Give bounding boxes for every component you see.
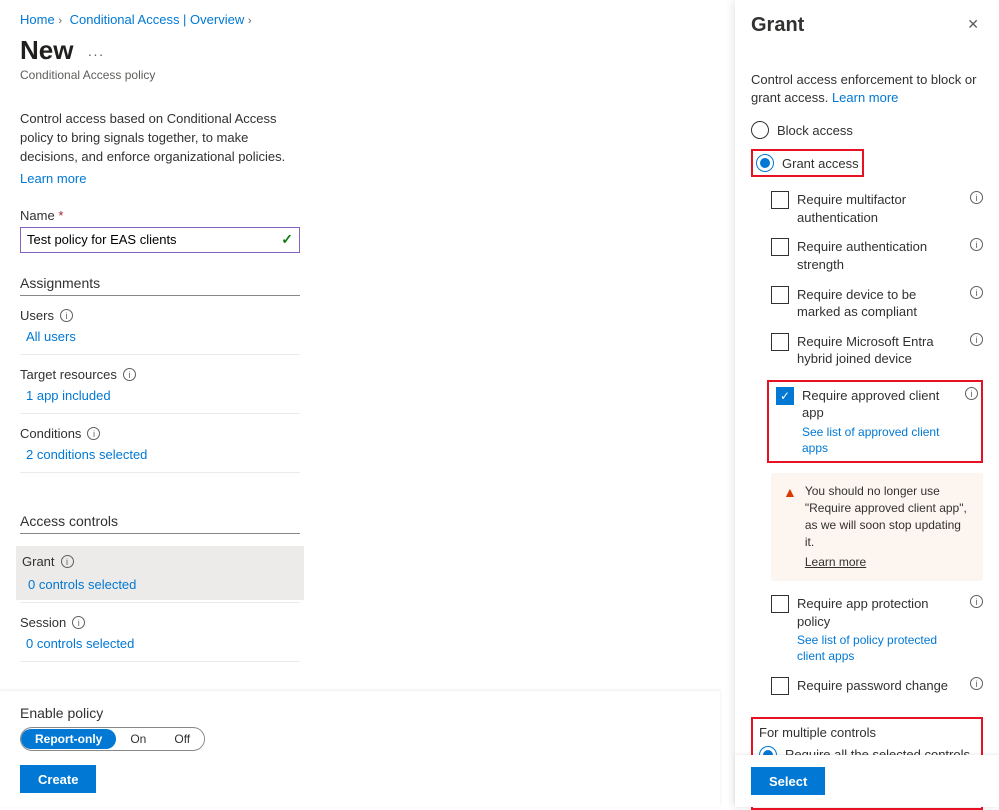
info-icon[interactable]: i <box>965 387 978 400</box>
info-icon[interactable]: i <box>970 677 983 690</box>
learn-more-link[interactable]: Learn more <box>20 171 86 186</box>
protected-client-apps-link[interactable]: See list of policy protected client apps <box>797 632 962 664</box>
more-icon[interactable]: ··· <box>87 46 104 62</box>
info-icon[interactable]: i <box>970 191 983 204</box>
conditions-label: Conditionsi <box>20 426 300 441</box>
select-button[interactable]: Select <box>751 767 825 795</box>
panel-title: Grant <box>751 14 804 37</box>
grant-panel: Grant ✕ Control access enforcement to bl… <box>735 0 999 807</box>
name-input-wrap: ✓ <box>20 227 300 253</box>
multiple-controls-header: For multiple controls <box>759 725 975 740</box>
breadcrumb: Home › Conditional Access | Overview › <box>20 12 720 27</box>
radio-icon <box>756 154 774 172</box>
radio-icon <box>751 121 769 139</box>
create-button[interactable]: Create <box>20 765 96 793</box>
panel-learn-more[interactable]: Learn more <box>832 90 898 105</box>
info-icon[interactable]: i <box>60 309 73 322</box>
info-icon[interactable]: i <box>970 238 983 251</box>
checkbox-icon <box>771 286 789 304</box>
info-icon[interactable]: i <box>970 286 983 299</box>
checkbox-icon <box>771 191 789 209</box>
info-icon[interactable]: i <box>970 333 983 346</box>
target-resources-label: Target resourcesi <box>20 367 300 382</box>
warning-learn-more[interactable]: Learn more <box>805 554 971 571</box>
approved-client-apps-link[interactable]: See list of approved client apps <box>802 424 957 456</box>
users-value[interactable]: All users <box>26 329 300 344</box>
grant-access-radio[interactable]: Grant access <box>756 154 859 172</box>
warning-icon: ▲ <box>783 483 797 571</box>
block-access-radio[interactable]: Block access <box>751 121 983 139</box>
enable-policy-label: Enable policy <box>20 705 720 721</box>
assignments-header: Assignments <box>20 275 300 296</box>
checkbox-icon <box>771 677 789 695</box>
require-compliant-device-checkbox[interactable]: Require device to be marked as compliant… <box>771 286 983 321</box>
enable-policy-toggle: Report-only On Off <box>20 727 205 751</box>
toggle-on[interactable]: On <box>116 729 160 749</box>
page-subtitle: Conditional Access policy <box>20 68 720 82</box>
policy-description: Control access based on Conditional Acce… <box>20 110 300 167</box>
grant-label: Grant <box>22 554 55 569</box>
access-controls-header: Access controls <box>20 513 300 534</box>
breadcrumb-conditional-access[interactable]: Conditional Access | Overview <box>70 12 245 27</box>
require-app-protection-checkbox[interactable]: Require app protection policy See list o… <box>771 595 983 664</box>
toggle-report-only[interactable]: Report-only <box>21 729 116 749</box>
checkbox-icon <box>771 333 789 351</box>
session-label: Sessioni <box>20 615 300 630</box>
require-mfa-checkbox[interactable]: Require multifactor authentication i <box>771 191 983 226</box>
target-resources-value[interactable]: 1 app included <box>26 388 300 403</box>
checkmark-icon: ✓ <box>281 231 293 248</box>
close-icon[interactable]: ✕ <box>963 14 983 35</box>
checkbox-icon <box>771 595 789 613</box>
info-icon[interactable]: i <box>970 595 983 608</box>
chevron-right-icon: › <box>248 15 252 27</box>
breadcrumb-home[interactable]: Home <box>20 12 55 27</box>
toggle-off[interactable]: Off <box>160 729 204 749</box>
checkbox-icon <box>771 238 789 256</box>
name-input[interactable] <box>27 231 281 248</box>
require-hybrid-joined-checkbox[interactable]: Require Microsoft Entra hybrid joined de… <box>771 333 983 368</box>
info-icon[interactable]: i <box>72 616 85 629</box>
require-password-change-checkbox[interactable]: Require password change i <box>771 677 983 695</box>
name-label: Name * <box>20 208 300 223</box>
require-approved-client-app-checkbox[interactable]: ✓ Require approved client app See list o… <box>776 387 978 456</box>
checkbox-icon: ✓ <box>776 387 794 405</box>
panel-description: Control access enforcement to block or g… <box>751 71 983 107</box>
grant-value[interactable]: 0 controls selected <box>28 577 298 592</box>
require-auth-strength-checkbox[interactable]: Require authentication strength i <box>771 238 983 273</box>
users-label: Usersi <box>20 308 300 323</box>
session-value[interactable]: 0 controls selected <box>26 636 300 651</box>
chevron-right-icon: › <box>58 15 62 27</box>
info-icon[interactable]: i <box>61 555 74 568</box>
page-title: New <box>20 35 73 66</box>
info-icon[interactable]: i <box>87 427 100 440</box>
deprecation-warning: ▲ You should no longer use "Require appr… <box>771 473 983 581</box>
info-icon[interactable]: i <box>123 368 136 381</box>
conditions-value[interactable]: 2 conditions selected <box>26 447 300 462</box>
grant-row-selected[interactable]: Granti 0 controls selected <box>16 546 304 600</box>
